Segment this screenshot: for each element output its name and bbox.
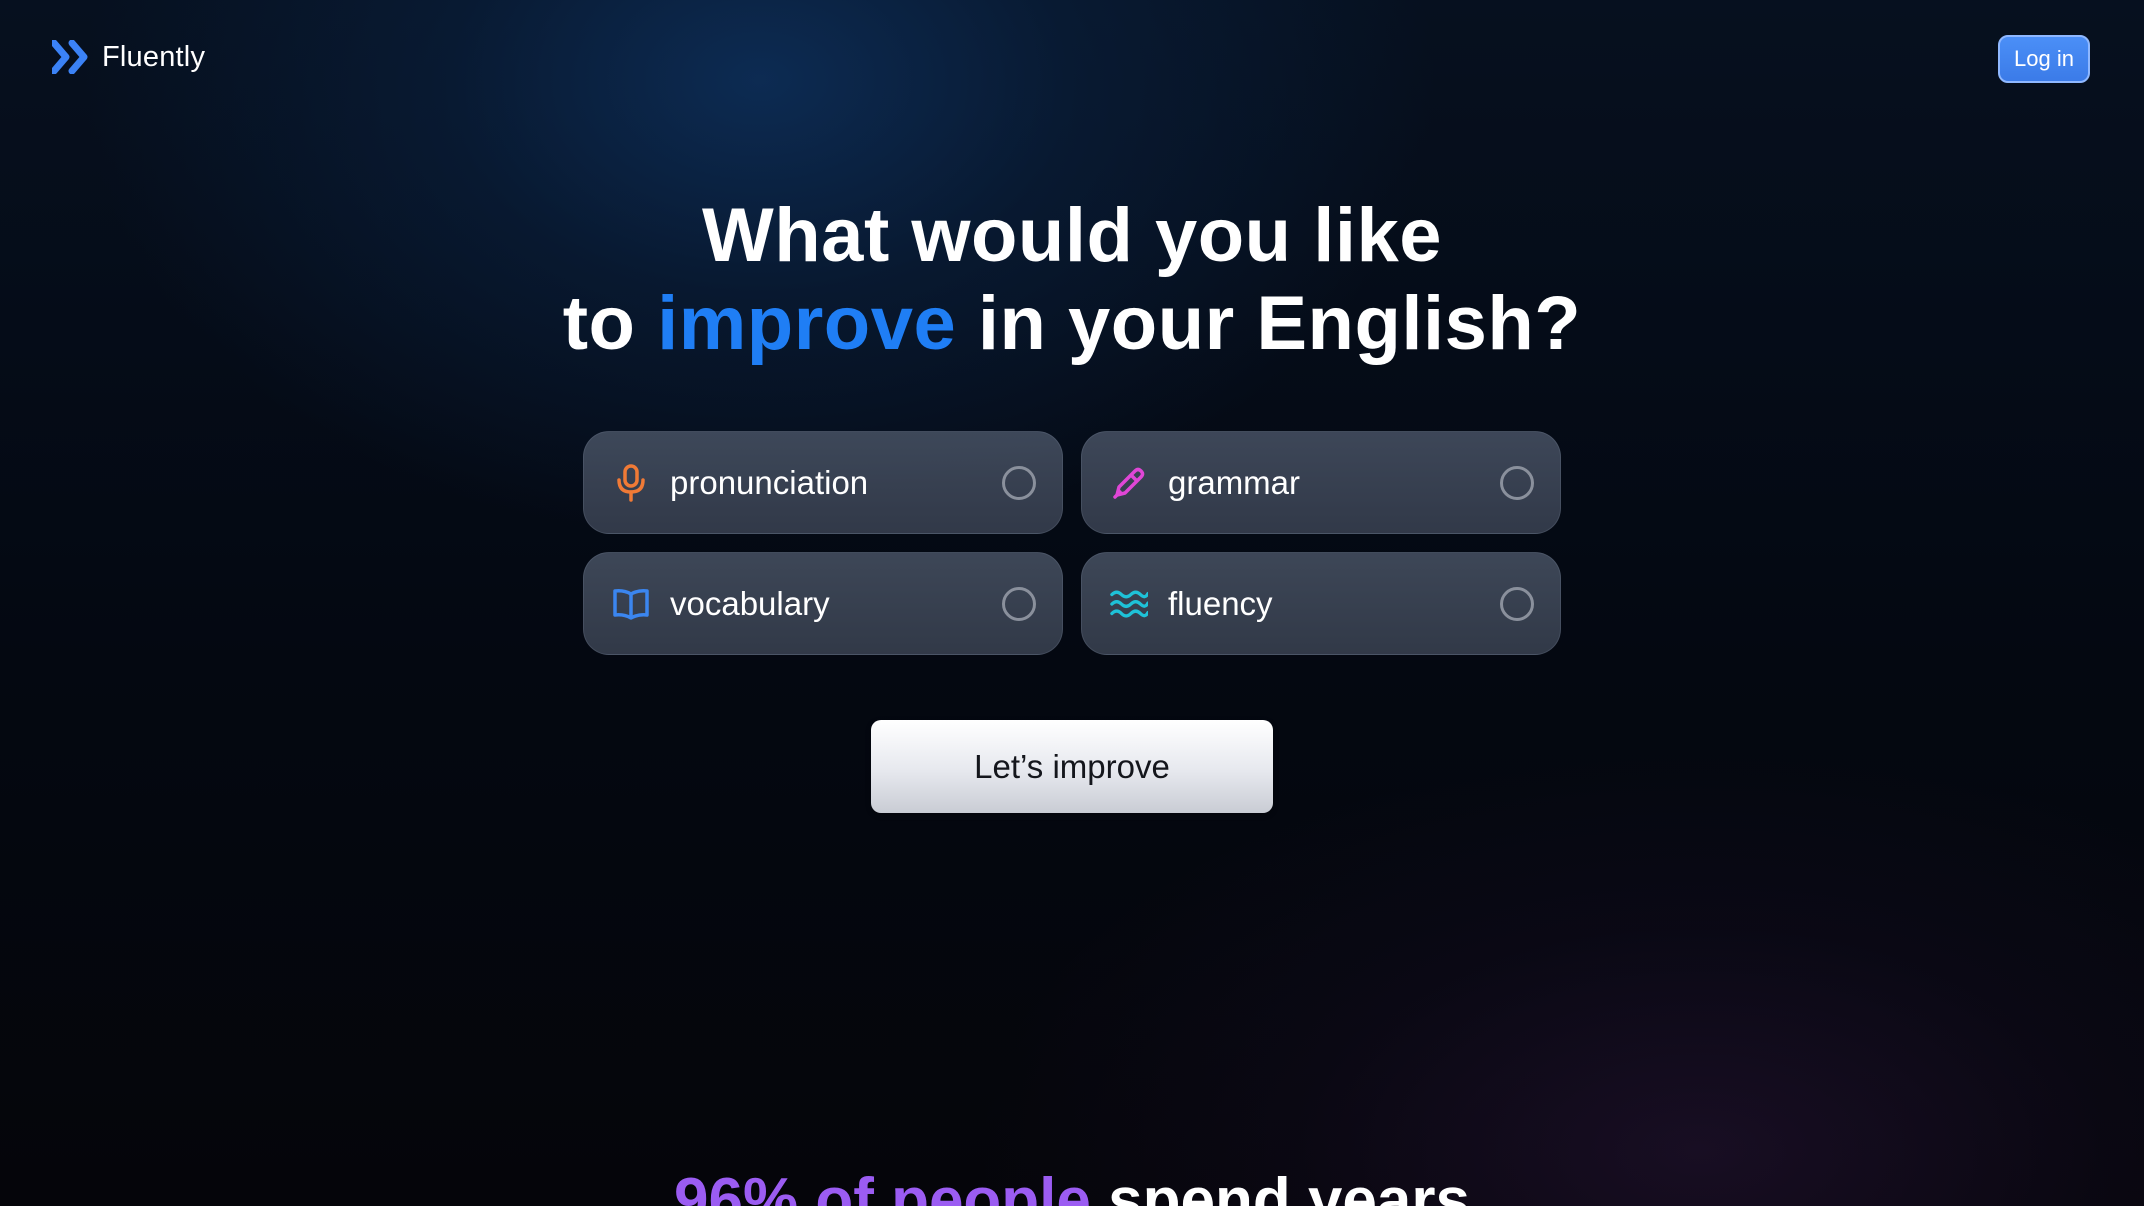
open-book-icon [612, 585, 650, 623]
radio-button[interactable] [1500, 586, 1534, 621]
teaser-accent: 96% of people [674, 1166, 1091, 1206]
title-line-1: What would you like [702, 193, 1442, 278]
page: Fluently Log in What would you like to i… [0, 0, 2144, 1206]
title-line-2-post: in your English? [956, 281, 1582, 366]
option-pronunciation[interactable]: pronunciation [583, 431, 1063, 534]
improvement-options: pronunciation grammar vocabulary fluency [583, 431, 1561, 655]
radio-button[interactable] [1002, 586, 1036, 621]
double-chevron-icon [52, 40, 92, 74]
login-button[interactable]: Log in [1998, 35, 2090, 83]
option-label: fluency [1168, 584, 1273, 622]
option-label: pronunciation [670, 463, 869, 501]
radio-button[interactable] [1002, 465, 1036, 500]
lets-improve-button[interactable]: Let’s improve [871, 720, 1273, 813]
waves-icon [1110, 585, 1148, 623]
teaser-rest: spend years [1090, 1166, 1470, 1206]
option-grammar[interactable]: grammar [1081, 431, 1561, 534]
option-label: grammar [1168, 463, 1301, 501]
brand-logo[interactable]: Fluently [52, 40, 205, 74]
title-line-2-pre: to [562, 281, 658, 366]
option-fluency[interactable]: fluency [1081, 552, 1561, 655]
brand-name: Fluently [102, 40, 206, 73]
radio-button[interactable] [1500, 465, 1534, 500]
option-label: vocabulary [670, 584, 830, 622]
pen-icon [1110, 464, 1148, 502]
option-vocabulary[interactable]: vocabulary [583, 552, 1063, 655]
microphone-icon [612, 463, 650, 502]
page-title: What would you like to improve in your E… [0, 192, 2144, 368]
title-line-2: to improve in your English? [0, 280, 2144, 368]
title-accent-word: improve [657, 281, 957, 366]
section-heading-teaser: 96% of people spend years [0, 1166, 2144, 1206]
